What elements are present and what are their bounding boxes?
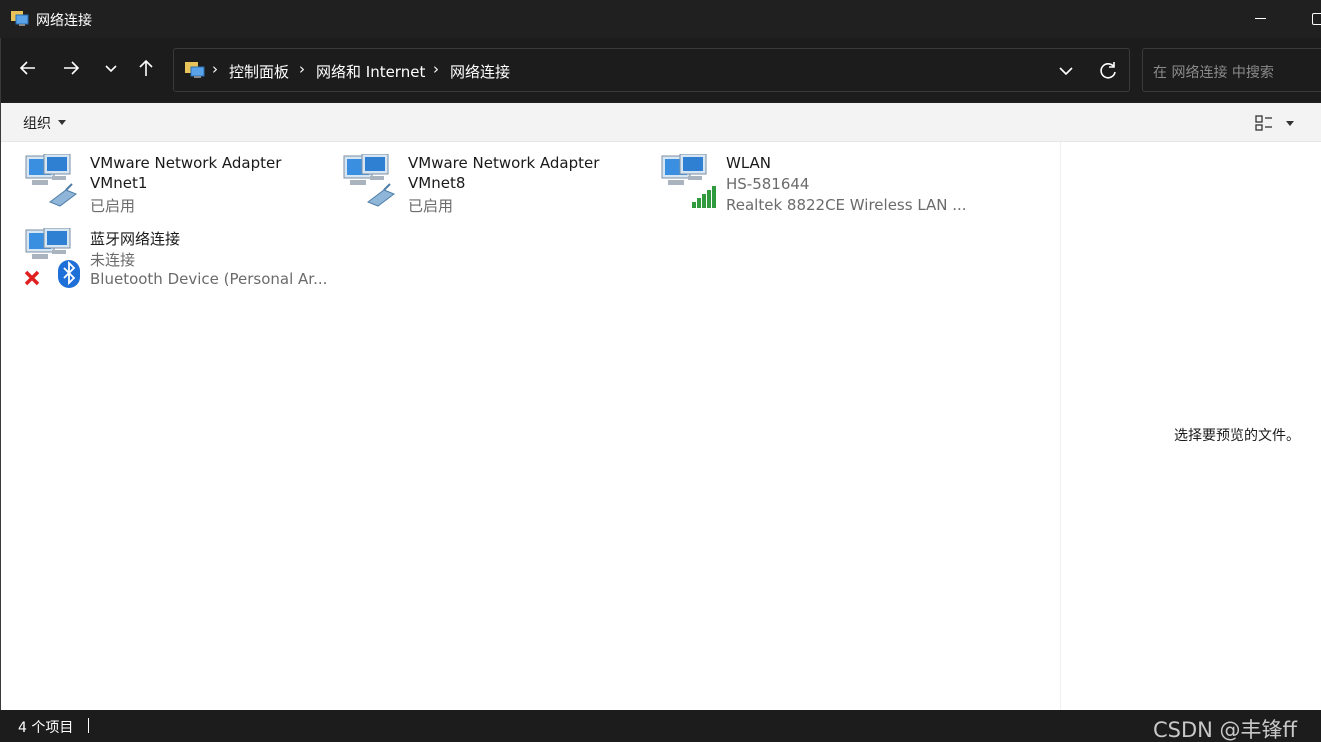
arrow-left-icon (19, 61, 35, 75)
preview-pane: 选择要预览的文件。 (1060, 142, 1321, 710)
up-button[interactable] (132, 54, 160, 82)
search-input[interactable]: 在 网络连接 中搜索 (1142, 48, 1321, 92)
watermark: CSDN @丰锋ff (1153, 718, 1298, 742)
ethernet-adapter-icon (343, 154, 396, 207)
connection-name: 蓝牙网络连接 (90, 230, 181, 248)
search-placeholder: 在 网络连接 中搜索 (1153, 65, 1274, 81)
connection-item-wlan[interactable]: WLAN HS-581644 Realtek 8822CE Wireless L… (660, 154, 970, 226)
connection-name: WLAN (726, 154, 772, 172)
address-history-dropdown[interactable] (1054, 59, 1078, 83)
refresh-button[interactable] (1094, 57, 1122, 85)
network-folder-icon (11, 11, 29, 26)
refresh-icon (1100, 62, 1116, 79)
connection-item-bluetooth[interactable]: 蓝牙网络连接 未连接 Bluetooth Device (Personal Ar… (24, 228, 334, 300)
connection-status: 已启用 (408, 197, 454, 215)
breadcrumb-control-panel[interactable]: 控制面板 (229, 61, 289, 82)
connection-name: VMware Network Adapter (90, 154, 282, 172)
item-count: 4 个项目 (18, 720, 74, 736)
breadcrumb-separator: › (433, 60, 439, 78)
recent-locations-button[interactable] (97, 54, 125, 82)
maximize-button[interactable] (1290, 0, 1321, 38)
navigation-bar: › 控制面板 › 网络和 Internet › 网络连接 在 网络连接 中搜索 (0, 38, 1321, 102)
connection-network: VMnet1 (90, 174, 148, 192)
status-bar: 4 个项目 CSDN @丰锋ff (0, 710, 1321, 742)
wifi-adapter-icon (661, 154, 716, 208)
organize-menu-button[interactable]: 组织 (23, 113, 51, 133)
view-options-icon[interactable] (1255, 114, 1273, 132)
connection-item-vmnet8[interactable]: VMware Network Adapter VMnet8 已启用 (342, 154, 652, 226)
breadcrumb-network-internet[interactable]: 网络和 Internet (316, 61, 425, 82)
ethernet-adapter-icon (25, 154, 78, 207)
connection-network: HS-581644 (726, 175, 810, 193)
forward-button[interactable] (57, 54, 85, 82)
file-list-area: VMware Network Adapter VMnet1 已启用 VMware… (0, 142, 1060, 710)
breadcrumb-network-connections[interactable]: 网络连接 (450, 61, 510, 82)
bluetooth-adapter-icon (24, 228, 80, 288)
view-dropdown-caret[interactable] (1286, 121, 1294, 126)
arrow-up-icon (139, 59, 153, 76)
minimize-button[interactable] (1238, 0, 1284, 38)
window-title: 网络连接 (36, 13, 92, 29)
breadcrumb-separator: › (299, 60, 305, 78)
status-divider (88, 718, 89, 733)
chevron-down-icon (105, 65, 117, 73)
connection-status: 未连接 (90, 251, 136, 269)
connection-network: VMnet8 (408, 174, 466, 192)
connection-device: Bluetooth Device (Personal Ar... (90, 270, 328, 288)
window-border (0, 38, 1, 710)
preview-message: 选择要预览的文件。 (1174, 428, 1300, 444)
caret-down-icon (58, 120, 66, 125)
connection-device: Realtek 8822CE Wireless LAN ... (726, 196, 967, 214)
explorer-window: 网络连接 › 控制面板 › 网络和 Internet › 网络连接 在 网络连接… (0, 0, 1321, 742)
network-folder-icon (185, 62, 205, 78)
connection-status: 已启用 (90, 197, 136, 215)
command-bar: 组织 (0, 103, 1321, 142)
breadcrumb-separator: › (212, 60, 218, 78)
connection-name: VMware Network Adapter (408, 154, 600, 172)
back-button[interactable] (14, 54, 42, 82)
chevron-down-icon (1059, 67, 1073, 76)
title-bar: 网络连接 (0, 0, 1321, 38)
arrow-right-icon (64, 61, 80, 75)
address-bar[interactable]: › 控制面板 › 网络和 Internet › 网络连接 (173, 48, 1130, 92)
connection-item-vmnet1[interactable]: VMware Network Adapter VMnet1 已启用 (24, 154, 334, 226)
